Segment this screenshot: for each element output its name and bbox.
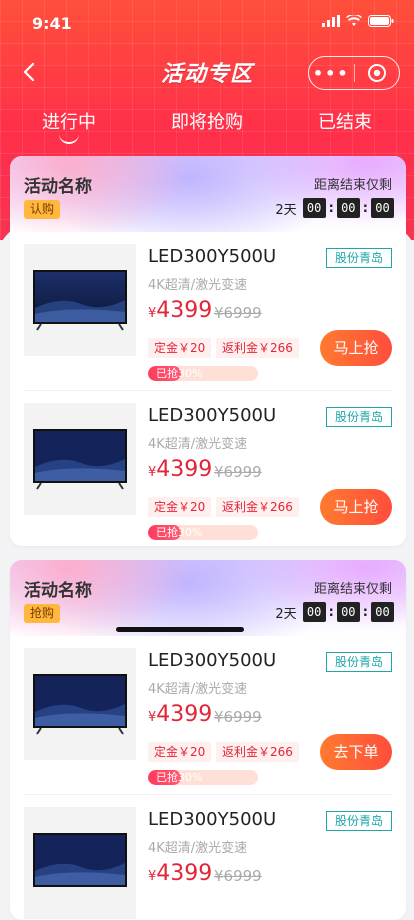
more-menu-button[interactable]: ••• [309,64,354,83]
rebate-chip: 返利金￥266 [216,497,299,517]
original-price: ¥6999 [214,304,262,322]
product-desc: 4K超清/激光变速 [148,437,248,452]
activity-card: 活动名称 抢购 距离结束仅剩 2天 00: 00: 00 LED300Y500U… [10,560,406,920]
activity-card-header: 活动名称 认购 距离结束仅剩 2天 00: 00: 00 [10,156,406,232]
countdown-hours: 00 [302,602,326,622]
ends-label: 距离结束仅剩 [313,582,392,597]
countdown-hours: 00 [302,198,326,218]
countdown-seconds: 00 [371,602,394,622]
tv-image-icon [33,833,127,887]
countdown-seconds: 00 [371,198,394,218]
original-price: ¥6999 [214,708,262,726]
place-order-button[interactable]: 去下单 [320,734,392,770]
tv-image-icon [33,270,127,331]
tab-label: 即将抢购 [171,112,243,133]
product-name: LED300Y500U [148,246,277,267]
progress-text: 已抢30% [156,526,203,539]
countdown: 2天 00: 00: 00 [275,602,394,622]
activity-card: 活动名称 认购 距离结束仅剩 2天 00: 00: 00 LED300Y500U… [10,156,406,546]
activity-card-header: 活动名称 抢购 距离结束仅剩 2天 00: 00: 00 [10,560,406,636]
price-value: 4399 [156,457,213,482]
brand-badge: 股份青岛 [326,652,392,672]
nav-bar: 活动专区 ••• [0,52,414,96]
product-item[interactable]: LED300Y500U 股份青岛 4K超清/激光变速 ¥4399 ¥6999 定… [24,636,392,795]
tab-bar: 进行中 即将抢购 已结束 [0,108,414,148]
price-value: 4399 [156,861,213,886]
progress-text: 已抢30% [156,367,203,380]
product-price: ¥4399 [148,702,212,727]
battery-icon [368,15,394,27]
product-image[interactable] [24,244,136,356]
tab-label: 进行中 [42,112,96,133]
tab-ended[interactable]: 已结束 [276,108,414,148]
sold-progress: 已抢30% [148,366,258,381]
product-image[interactable] [24,403,136,515]
countdown-days: 2天 [275,202,297,218]
buy-now-button[interactable]: 马上抢 [320,489,392,525]
tv-image-icon [33,429,127,490]
product-name: LED300Y500U [148,809,277,830]
product-image[interactable] [24,807,136,919]
brand-badge: 股份青岛 [326,811,392,831]
countdown-minutes: 00 [336,198,360,218]
tab-label: 已结束 [318,112,372,133]
mini-program-capsule: ••• [308,56,400,90]
brand-badge: 股份青岛 [326,407,392,427]
product-price: ¥4399 [148,861,212,886]
product-image[interactable] [24,648,136,760]
sold-progress: 已抢30% [148,770,258,785]
product-item[interactable]: LED300Y500U 股份青岛 4K超清/激光变速 ¥4399 ¥6999 [24,795,392,920]
product-price: ¥4399 [148,457,212,482]
ends-label: 距离结束仅剩 [313,178,392,193]
activity-name: 活动名称 [24,581,92,601]
product-desc: 4K超清/激光变速 [148,841,248,856]
tab-ongoing[interactable]: 进行中 [0,108,138,148]
brand-badge: 股份青岛 [326,248,392,268]
original-price: ¥6999 [214,463,262,481]
home-indicator [116,627,244,632]
original-price: ¥6999 [214,867,262,885]
product-item[interactable]: LED300Y500U 股份青岛 4K超清/激光变速 ¥4399 ¥6999 定… [24,232,392,391]
countdown: 2天 00: 00: 00 [275,198,394,218]
product-price: ¥4399 [148,298,212,323]
status-bar: 9:41 [0,0,414,44]
price-value: 4399 [156,298,213,323]
product-desc: 4K超清/激光变速 [148,682,248,697]
deposit-chip: 定金￥20 [148,338,212,358]
progress-text: 已抢30% [156,771,203,784]
tv-image-icon [33,674,127,735]
close-target-button[interactable] [355,63,400,83]
buy-now-button[interactable]: 马上抢 [320,330,392,366]
rebate-chip: 返利金￥266 [216,338,299,358]
activity-tag: 认购 [24,200,61,219]
deposit-chip: 定金￥20 [148,497,212,517]
status-time: 9:41 [32,14,72,33]
rebate-chip: 返利金￥266 [216,742,299,762]
product-item[interactable]: LED300Y500U 股份青岛 4K超清/激光变速 ¥4399 ¥6999 定… [24,391,392,546]
deposit-chip: 定金￥20 [148,742,212,762]
countdown-days: 2天 [275,606,297,622]
target-icon [367,64,386,82]
product-name: LED300Y500U [148,405,277,426]
activity-name: 活动名称 [24,177,92,197]
product-name: LED300Y500U [148,650,277,671]
sold-progress: 已抢30% [148,525,258,540]
activity-tag: 抢购 [24,604,61,623]
countdown-minutes: 00 [336,602,360,622]
tab-upcoming[interactable]: 即将抢购 [138,108,276,148]
cellular-signal-icon [322,15,340,27]
active-tab-indicator [59,132,79,144]
price-value: 4399 [156,702,213,727]
status-icons [322,15,394,27]
wifi-icon [346,15,362,26]
product-desc: 4K超清/激光变速 [148,278,248,293]
